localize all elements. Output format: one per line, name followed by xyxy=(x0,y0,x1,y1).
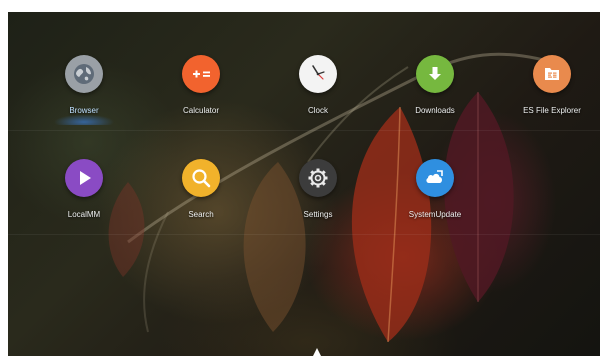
grid-divider xyxy=(8,130,600,131)
gear-icon xyxy=(299,159,337,197)
app-label: LocalMM xyxy=(67,210,101,219)
home-screen: Browser Calculator Clock Downloads ES Fi… xyxy=(8,12,600,356)
cursor-arrow-icon xyxy=(313,348,321,356)
app-clock[interactable]: Clock xyxy=(273,43,363,125)
app-label: ES File Explorer xyxy=(523,106,581,115)
app-es-file-explorer[interactable]: ES File Explorer xyxy=(507,43,597,125)
app-downloads[interactable]: Downloads xyxy=(390,43,480,125)
app-label: SystemUpdate xyxy=(408,210,462,219)
app-localmm[interactable]: LocalMM xyxy=(39,147,129,229)
grid-divider xyxy=(8,234,600,235)
app-label: Search xyxy=(188,210,214,219)
clock-icon xyxy=(299,55,337,93)
app-label: Clock xyxy=(307,106,328,115)
download-arrow-icon xyxy=(416,55,454,93)
app-browser[interactable]: Browser xyxy=(39,43,129,125)
search-icon xyxy=(182,159,220,197)
es-file-explorer-icon xyxy=(533,55,571,93)
app-search[interactable]: Search xyxy=(156,147,246,229)
calculator-icon xyxy=(182,55,220,93)
app-calculator[interactable]: Calculator xyxy=(156,43,246,125)
browser-globe-icon xyxy=(65,55,103,93)
app-label: Downloads xyxy=(415,106,455,115)
app-label: Browser xyxy=(69,106,99,115)
app-systemupdate[interactable]: SystemUpdate xyxy=(390,147,480,229)
play-icon xyxy=(65,159,103,197)
app-settings[interactable]: Settings xyxy=(273,147,363,229)
app-label: Calculator xyxy=(182,106,219,115)
app-label: Settings xyxy=(303,210,333,219)
cloud-update-icon xyxy=(416,159,454,197)
